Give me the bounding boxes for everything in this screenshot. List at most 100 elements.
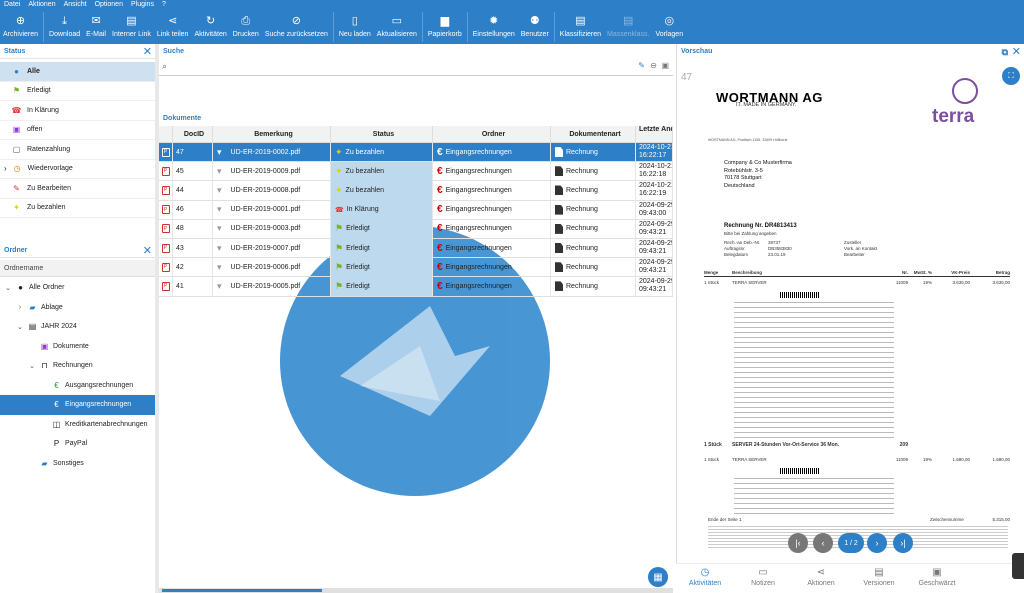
folder-paypal[interactable]: P PayPal [0,434,155,454]
tab-notizen[interactable]: ▭ Notizen [734,564,792,593]
column-header-status[interactable]: Status [331,125,433,143]
column-header-dokumentenart[interactable]: Dokumentenart [551,125,636,143]
save-icon[interactable]: ▣ [661,61,669,70]
menu-item-ansicht[interactable]: Ansicht [64,0,87,10]
table-row[interactable]: P 43 ▾ UD-ER-2019-0007.pdf ⚑ Erledigt € Eingang… [159,238,673,259]
tab-aktivitten[interactable]: ◷ Aktivitäten [676,564,734,593]
fullscreen-icon[interactable]: ⛶ [1002,67,1020,85]
prev-page-icon[interactable]: ‹ [813,533,833,553]
menu-item-[interactable]: ? [162,0,166,10]
status-item-ratenzahlung[interactable]: ▢ Ratenzahlung [0,140,155,160]
classify-button[interactable]: ▤ Klassifizieren [557,10,604,38]
doctype-label: Rechnung [566,167,598,175]
folder-jahr-2024[interactable]: ⌄ ▤ JAHR 2024 [0,317,155,337]
tab-aktionen[interactable]: ⋖ Aktionen [792,564,850,593]
status-cell: ✦ Zu bezahlen [331,142,433,162]
table-row[interactable]: P 44 ▾ UD-ER-2019-0008.pdf ✦ Zu bezahlen € Eing… [159,180,673,201]
reset-button[interactable]: ⊘ Suche zurücksetzen [262,10,331,38]
column-header-bemerkung[interactable]: Bemerkung [213,125,331,143]
chevron-down-icon[interactable]: ▾ [217,262,222,273]
first-page-icon[interactable]: |‹ [788,533,808,553]
folder-kreditkartenabrechnungen[interactable]: ◫ Kreditkartenabrechnungen [0,415,155,435]
trash-button[interactable]: ▆ Papierkorb [425,10,465,38]
folder-alle-ordner[interactable]: ⌄ ● Alle Ordner [0,278,155,298]
chevron-down-icon[interactable]: ▾ [217,185,222,196]
search-bar[interactable]: ⌕ ✎ ⊖ ▣ [159,58,673,76]
horizontal-scrollbar[interactable] [159,588,673,593]
folder-sonstiges[interactable]: ▰ Sonstiges [0,454,155,474]
status-item-offen[interactable]: ▣ offen [0,121,155,140]
column-header-docid[interactable]: DocID [173,125,213,143]
reload-button[interactable]: ▯ Neu laden [336,10,374,38]
column-header-letztend[interactable]: Letzte Änd [636,125,673,143]
last-page-icon[interactable]: ›| [893,533,913,553]
chevron-down-icon[interactable]: ▾ [217,223,222,234]
history-button[interactable]: ↻ Aktivitäten [191,10,229,38]
folder-ausgangsrechnungen[interactable]: € Ausgangsrechnungen [0,376,155,396]
doc-id: 46 [173,200,213,220]
table-row[interactable]: P 48 ▾ UD-ER-2019-0003.pdf ⚑ Erledigt € Eingang… [159,219,673,239]
table-row[interactable]: P 46 ▾ UD-ER-2019-0001.pdf ☎ In Klärung € Einga… [159,200,673,220]
doctype-cell: Rechnung [551,276,636,296]
edit-icon[interactable]: ✎ [638,61,645,70]
folder-dokumente[interactable]: ▣ Dokumente [0,337,155,357]
folder-eingangsrechnungen[interactable]: € Eingangsrechnungen [0,395,155,415]
clear-icon[interactable]: ⊖ [650,61,657,70]
status-item-erledigt[interactable]: ⚑ Erledigt [0,82,155,101]
status-item-wiedervorlage[interactable]: › ◷ Wiedervorlage [0,160,155,179]
menu-item-optionen[interactable]: Optionen [95,0,123,10]
table-row[interactable]: P 42 ▾ UD-ER-2019-0006.pdf ⚑ Erledigt € Eingang… [159,257,673,278]
menu-item-datei[interactable]: Datei [4,0,20,10]
users-button[interactable]: ⚉ Benutzer [518,10,552,38]
share-button[interactable]: ⋖ Link teilen [154,10,192,38]
status-item-zu-bearbeiten[interactable]: ✎ Zu Bearbeiten [0,179,155,199]
tab-geschwrzt[interactable]: ▣ Geschwärzt [908,564,966,593]
status-label: Erledigt [346,263,370,271]
expand-icon[interactable]: › [4,164,7,173]
chevron-down-icon[interactable]: ▾ [217,147,222,158]
folder-rechnungen[interactable]: ⌄ ⊓ Rechnungen [0,356,155,376]
mail-button[interactable]: ✉ E-Mail [83,10,109,38]
bottom-tabs: ◷ Aktivitäten ▭ Notizen ⋖ Aktionen ▤ Versionen ▣… [676,563,1024,593]
side-tab[interactable] [1012,553,1024,579]
download-button[interactable]: ⤓ Download [46,10,83,38]
refresh-button[interactable]: ▭ Aktualisieren [374,10,420,38]
status-item-label: Erledigt [27,87,51,95]
toggle-icon[interactable]: ⌄ [4,284,12,292]
chevron-down-icon[interactable]: ▾ [217,166,222,177]
status-item-alle[interactable]: ● Alle [0,62,155,82]
chevron-down-icon[interactable]: ▾ [217,281,222,292]
grid-view-button[interactable]: ▦ [648,567,668,587]
status-item-zu-bezahlen[interactable]: ✦ Zu bezahlen [0,199,155,218]
toolbar-separator [332,12,334,42]
column-header-ordner[interactable]: Ordner [433,125,551,143]
template-button[interactable]: ◎ Vorlagen [652,10,686,38]
table-row[interactable]: P 41 ▾ UD-ER-2019-0005.pdf ⚑ Erledigt € Eingang… [159,276,673,297]
print-button[interactable]: ⎙ Drucken [230,10,262,38]
close-icon[interactable]: ✕ [143,244,152,258]
menu-item-plugins[interactable]: Plugins [131,0,154,10]
folder-label: Eingangsrechnungen [445,167,512,175]
toggle-icon[interactable]: › [16,304,24,311]
folder-ablage[interactable]: › ▰ Ablage [0,298,155,318]
reload-icon: ▯ [351,15,358,27]
toggle-icon[interactable]: ⌄ [16,323,24,331]
close-icon[interactable]: ✕ [1012,45,1021,59]
chevron-down-icon[interactable]: ▾ [217,204,222,215]
gear-button[interactable]: ✹ Einstellungen [470,10,518,38]
table-row[interactable]: P 45 ▾ UD-ER-2019-0009.pdf ✦ Zu bezahlen € Eing… [159,161,673,182]
toggle-icon[interactable]: ⌄ [28,362,36,370]
open-external-icon[interactable]: ⧉ [1002,45,1008,59]
close-icon[interactable]: ✕ [143,45,152,59]
archive-button[interactable]: ⊕ Archivieren [0,10,41,38]
next-page-icon[interactable]: › [867,533,887,553]
menu-item-aktionen[interactable]: Aktionen [28,0,55,10]
clipboard-button[interactable]: ▤ Interner Link [109,10,154,38]
chevron-down-icon[interactable]: ▾ [217,243,222,254]
table-row[interactable]: P 47 ▾ UD-ER-2019-0002.pdf ✦ Zu bezahlen € Eing… [159,142,673,163]
tab-versionen[interactable]: ▤ Versionen [850,564,908,593]
status-item-in-klärung[interactable]: ☎ In Klärung [0,101,155,121]
table-header: DocID Bemerkung Status Ordner Dokumentenart L… [159,125,673,143]
mass-classify-button[interactable]: ▤ Massenklass. [604,10,652,38]
mass-classify-icon: ▤ [623,15,634,27]
